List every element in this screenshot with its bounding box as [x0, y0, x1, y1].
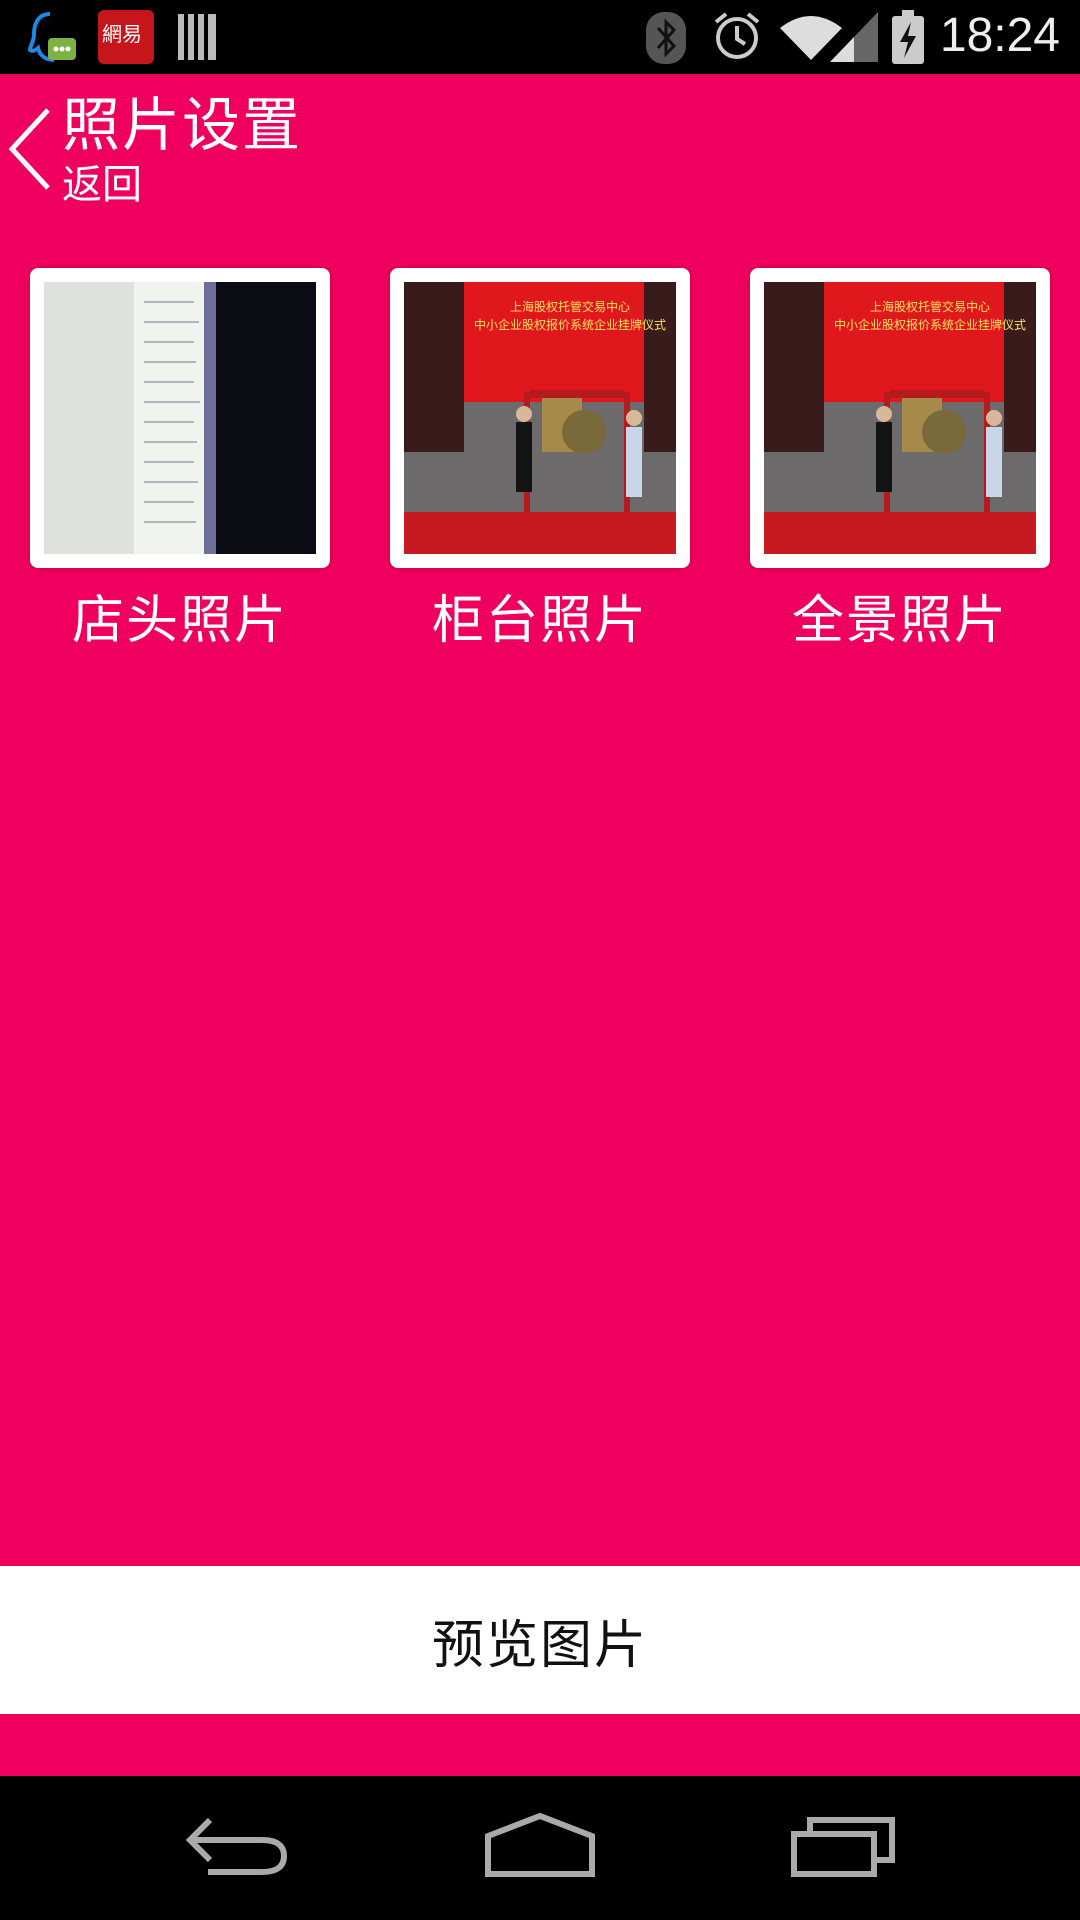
stage-sign-line2: 中小企业股权报价系统企业挂牌仪式 — [833, 318, 1026, 332]
signal-icon — [830, 12, 878, 66]
bluetooth-icon — [646, 12, 686, 68]
stage-sign: 上海股权托管交易中心 中小企业股权报价系统企业挂牌仪式 — [464, 298, 676, 334]
netease-news-icon: 網易 — [98, 10, 154, 68]
counter-photo: 上海股权托管交易中心 中小企业股权报价系统企业挂牌仪式 — [404, 282, 676, 554]
preview-images-label: 预览图片 — [431, 1615, 648, 1676]
stage-sign-line1: 上海股权托管交易中心 — [869, 300, 990, 314]
chevron-left-icon[interactable] — [4, 104, 54, 194]
page-title: 照片设置 — [62, 91, 303, 159]
navigation-bar — [0, 1776, 1080, 1920]
photo-card-counter[interactable]: 上海股权托管交易中心 中小企业股权报价系统企业挂牌仪式 — [390, 268, 690, 568]
home-icon[interactable] — [484, 1812, 596, 1882]
storefront-photo — [44, 282, 316, 554]
clock-time: 18:24 — [939, 9, 1060, 62]
caption-counter: 柜台照片 — [431, 591, 648, 651]
status-bar: 網易 18:24 — [0, 0, 1080, 74]
stage-sign: 上海股权托管交易中心 中小企业股权报价系统企业挂牌仪式 — [824, 298, 1036, 334]
caption-storefront: 店头照片 — [71, 591, 288, 651]
stage-sign-line1: 上海股权托管交易中心 — [509, 300, 630, 314]
panorama-photo: 上海股权托管交易中心 中小企业股权报价系统企业挂牌仪式 — [764, 282, 1036, 554]
preview-images-button[interactable]: 预览图片 — [0, 1566, 1080, 1714]
alarm-icon — [712, 10, 762, 66]
back-arrow-icon[interactable] — [185, 1812, 290, 1882]
recent-apps-icon[interactable] — [790, 1812, 896, 1882]
back-button[interactable]: 返回 — [62, 160, 142, 210]
photo-card-storefront[interactable] — [30, 268, 330, 568]
battery-charging-icon — [892, 10, 924, 68]
netease-badge-text: 網易 — [102, 22, 142, 46]
photo-card-panorama[interactable]: 上海股权托管交易中心 中小企业股权报价系统企业挂牌仪式 — [750, 268, 1050, 568]
photo-settings-screen: 照片设置 返回 上海股权托管交易中心 中小企业股权报价系统企业挂牌仪式 上海股权… — [0, 74, 1080, 1776]
stage-sign-line2: 中小企业股权报价系统企业挂牌仪式 — [473, 318, 666, 332]
barcode-icon — [178, 14, 218, 64]
qq-message-icon — [24, 10, 80, 70]
caption-panorama: 全景照片 — [791, 591, 1008, 651]
